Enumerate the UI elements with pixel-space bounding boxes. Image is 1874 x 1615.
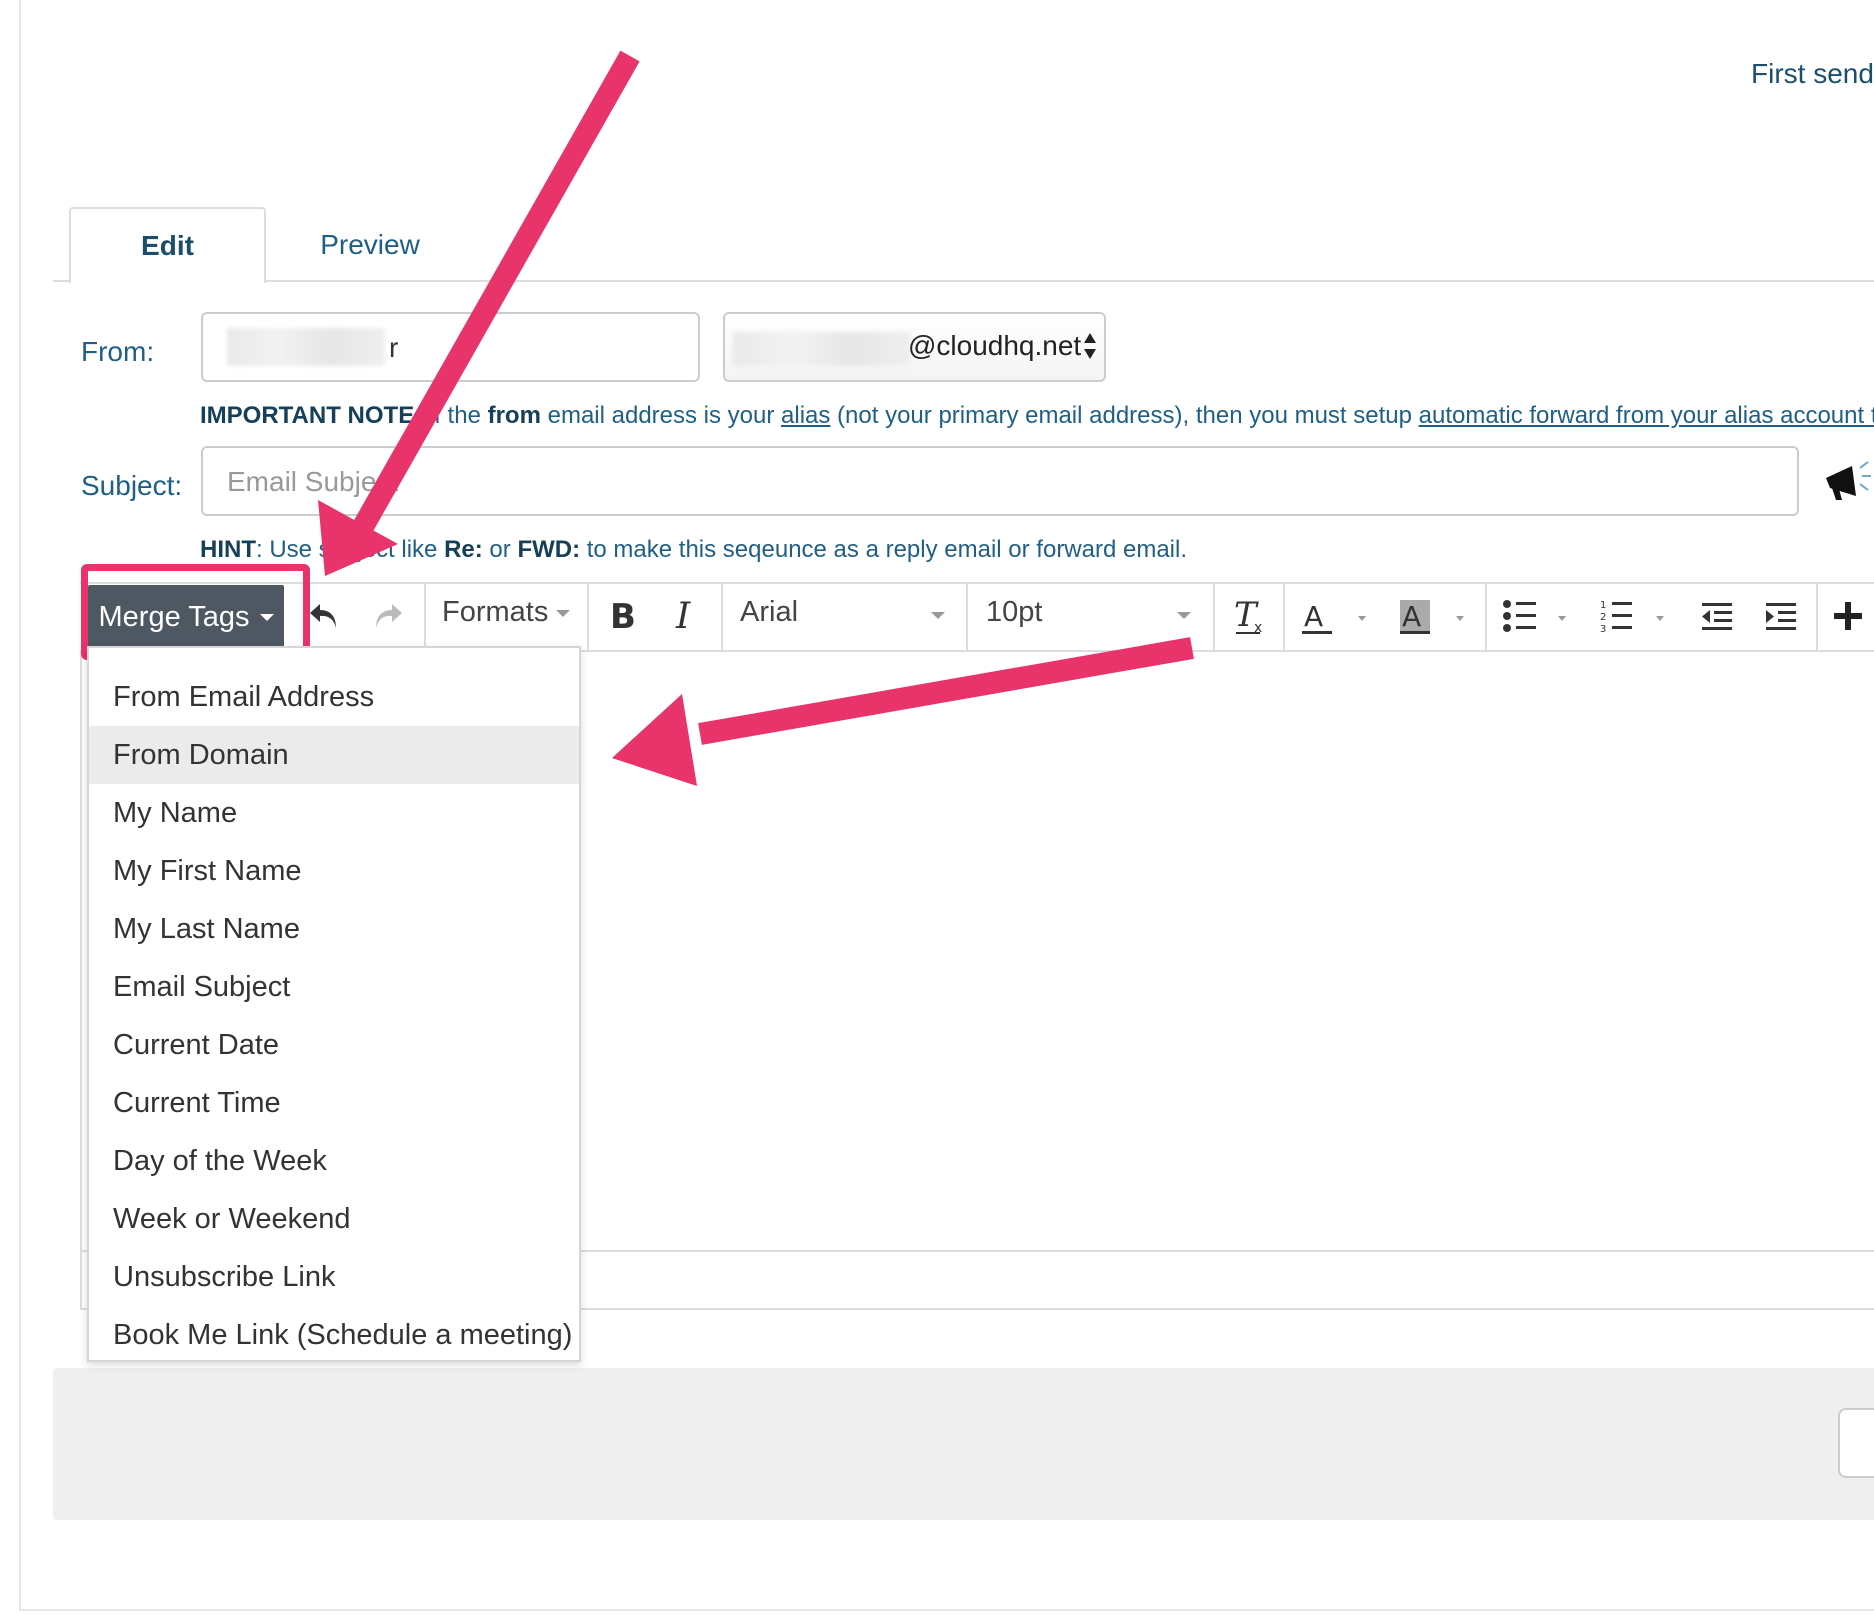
annotation-arrows — [318, 50, 1194, 786]
arrow-to-menu-item — [612, 637, 1194, 786]
arrow-to-merge-tags — [318, 50, 640, 576]
